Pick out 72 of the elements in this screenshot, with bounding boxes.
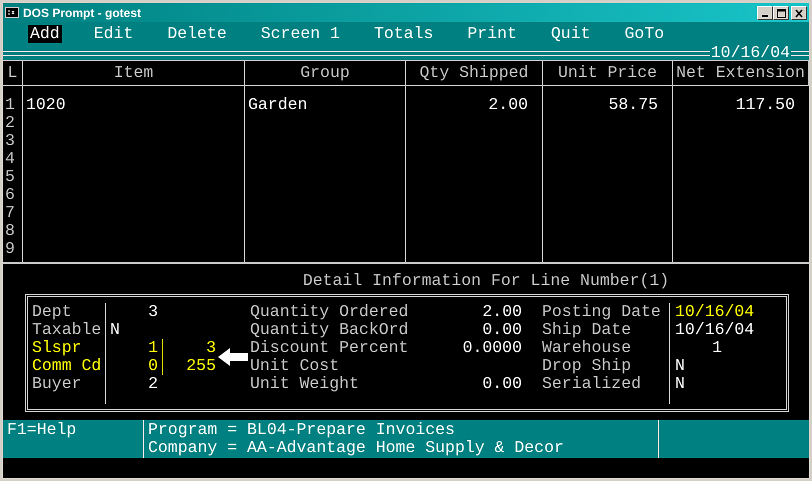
minimize-button[interactable] — [757, 6, 773, 20]
line-number: 4 — [4, 150, 16, 168]
field-value: 1 — [147, 339, 158, 357]
field-value: 3 — [147, 303, 158, 321]
field-value: 3 — [162, 339, 216, 357]
table-cell-text: 58.75 — [607, 96, 659, 114]
column-header: Qty Shipped — [406, 60, 543, 86]
field-value: N — [109, 321, 121, 339]
field-label: Ship Date — [542, 321, 632, 339]
column-header: Unit Price — [543, 60, 673, 86]
date-text: 10/16/04 — [710, 46, 791, 60]
menu-item[interactable]: Screen 1 — [258, 25, 342, 43]
menu-item[interactable]: Delete — [165, 25, 229, 43]
close-button[interactable] — [791, 6, 807, 20]
line-number: 2 — [4, 114, 16, 132]
table-cell-text: 1020 — [25, 96, 67, 114]
field-label: Drop Ship — [542, 357, 632, 375]
field-label: Quantity BackOrd — [250, 321, 410, 339]
field-value: 0.00 — [481, 375, 522, 393]
minimize-icon — [762, 15, 768, 17]
field-value: 1 — [711, 339, 722, 357]
column-header: L — [3, 60, 23, 86]
field-label: Comm Cd — [32, 357, 102, 375]
menu-item[interactable]: Add — [28, 25, 62, 43]
line-number: 1 — [4, 96, 16, 114]
field-value: 255 — [162, 357, 216, 375]
field-value: 2.00 — [481, 303, 522, 321]
field-value: 0.0000 — [462, 339, 522, 357]
column-header: Item — [23, 60, 245, 86]
field-value: 10/16/04 — [674, 303, 756, 321]
line-number: 6 — [4, 186, 16, 204]
line-number: 5 — [4, 168, 16, 186]
field-label: Serialized — [542, 375, 642, 393]
field-label: Warehouse — [542, 339, 632, 357]
console-icon — [5, 7, 19, 18]
table-cell-text: 2.00 — [487, 96, 529, 114]
line-number: 7 — [4, 204, 16, 222]
menu-item[interactable]: GoTo — [622, 25, 666, 43]
line-number: 3 — [4, 132, 16, 150]
menu-item[interactable]: Totals — [372, 25, 436, 43]
field-value: N — [674, 357, 686, 375]
field-label: Buyer — [32, 375, 83, 393]
table-cell-text: Garden — [247, 96, 308, 114]
menu-item[interactable]: Print — [465, 25, 519, 43]
column-header: Net Extension — [673, 60, 809, 86]
status-text: Company = AA-Advantage Home Supply & Decor — [148, 439, 565, 457]
help-text: F1=Help — [7, 420, 76, 439]
field-value: 10/16/04 — [674, 321, 756, 339]
field-label: Dept — [32, 303, 73, 321]
field-value: 0 — [147, 357, 158, 375]
field-value: 2 — [147, 375, 158, 393]
window-title: DOS Prompt - gotest — [23, 6, 142, 20]
field-value: N — [674, 375, 686, 393]
line-number: 8 — [4, 222, 16, 240]
menu-item[interactable]: Edit — [92, 25, 136, 43]
menu-item[interactable]: Quit — [548, 25, 593, 43]
field-label: Unit Weight — [250, 375, 360, 393]
field-label: Taxable — [32, 321, 102, 339]
line-number: 9 — [4, 240, 16, 258]
field-label: Slspr — [32, 339, 82, 357]
maximize-icon — [774, 6, 788, 18]
table-cell-text: 117.50 — [734, 96, 796, 114]
status-text: Program = BL04-Prepare Invoices — [148, 421, 456, 439]
section-title: Detail Information For Line Number(1) — [302, 270, 670, 292]
field-label: Quantity Ordered — [250, 303, 410, 321]
field-label: Discount Percent — [250, 339, 410, 357]
field-label: Unit Cost — [250, 357, 340, 375]
maximize-button[interactable] — [773, 6, 789, 20]
arrow-icon — [218, 348, 248, 366]
column-header: Group — [245, 60, 406, 86]
field-value: 0.00 — [481, 321, 522, 339]
field-label: Posting Date — [542, 303, 662, 321]
